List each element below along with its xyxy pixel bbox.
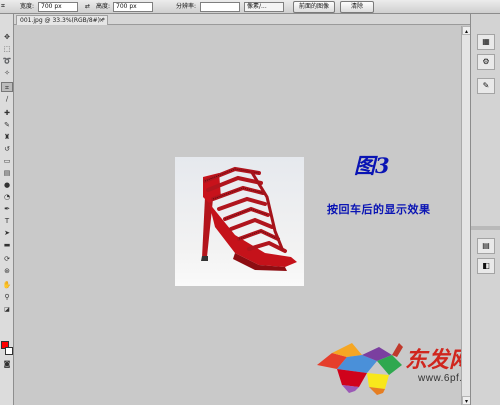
blur-tool-icon[interactable]: ● bbox=[1, 180, 13, 190]
healing-tool-icon[interactable]: ✚ bbox=[1, 108, 13, 118]
close-tab-icon[interactable]: × bbox=[99, 16, 104, 25]
stamp-tool-icon[interactable]: ♜ bbox=[1, 132, 13, 142]
crop-icon[interactable]: ⌗ bbox=[1, 2, 5, 10]
hand-tool-icon[interactable]: ✋ bbox=[1, 280, 13, 290]
document-tab-bar: 001.jpg @ 33.3%(RGB/8#) * × bbox=[14, 14, 470, 25]
gradient-tool-icon[interactable]: ▤ bbox=[1, 168, 13, 178]
eyedropper-tool-icon[interactable]: ∕ bbox=[1, 94, 13, 104]
quick-mask-icon[interactable]: ◙ bbox=[1, 359, 13, 369]
background-color-swatch[interactable] bbox=[5, 347, 13, 355]
type-tool-icon[interactable]: T bbox=[1, 216, 13, 226]
figure-title: 图3 bbox=[354, 153, 390, 178]
options-bar: ⌗ 宽度: 700 px ⇄ 高度: 700 px 分辨率: 像素/... 前面… bbox=[0, 0, 500, 14]
shape-tool-icon[interactable]: ▬ bbox=[1, 240, 13, 250]
document-tab[interactable]: 001.jpg @ 33.3%(RGB/8#) * × bbox=[16, 15, 108, 25]
canvas-vertical-scrollbar[interactable]: ▴ ▾ bbox=[461, 26, 471, 405]
swap-icon[interactable]: ⇄ bbox=[85, 3, 90, 11]
brushes-panel-icon[interactable]: ✎ bbox=[477, 78, 495, 94]
pen-tool-icon[interactable]: ✒ bbox=[1, 204, 13, 214]
move-tool-icon[interactable]: ✥ bbox=[1, 32, 13, 42]
shoe-photo bbox=[175, 157, 304, 286]
tool-presets-panel-icon[interactable]: ⚙ bbox=[477, 54, 495, 70]
red-sandal-image bbox=[175, 157, 304, 286]
lasso-tool-icon[interactable]: ➰ bbox=[1, 56, 13, 66]
width-input[interactable]: 700 px bbox=[38, 2, 78, 12]
marquee-tool-icon[interactable]: ⬚ bbox=[1, 44, 13, 54]
unit-select[interactable]: 像素/... bbox=[244, 2, 284, 12]
dodge-tool-icon[interactable]: ◔ bbox=[1, 192, 13, 202]
document-tab-title: 001.jpg @ 33.3%(RGB/8#) * bbox=[20, 17, 105, 24]
figure-caption: 按回车后的显示效果 bbox=[327, 203, 431, 216]
panel-dock: ▦ ⚙ ✎ ▤ ◧ bbox=[470, 14, 500, 405]
crop-tool-icon[interactable]: ⌗ bbox=[1, 82, 13, 92]
layers-panel-icon[interactable]: ▤ bbox=[477, 238, 495, 254]
path-select-tool-icon[interactable]: ➤ bbox=[1, 228, 13, 238]
panel-divider bbox=[471, 226, 500, 230]
magic-wand-tool-icon[interactable]: ✧ bbox=[1, 68, 13, 78]
bull-logo-icon bbox=[317, 343, 403, 395]
eraser-tool-icon[interactable]: ▭ bbox=[1, 156, 13, 166]
brush-tool-icon[interactable]: ✎ bbox=[1, 120, 13, 130]
front-image-button[interactable]: 前面的图像 bbox=[293, 1, 335, 13]
3d-rotate-tool-icon[interactable]: ⟳ bbox=[1, 254, 13, 264]
height-input[interactable]: 700 px bbox=[113, 2, 153, 12]
3d-orbit-tool-icon[interactable]: ⊛ bbox=[1, 266, 13, 276]
channels-panel-icon[interactable]: ◧ bbox=[477, 258, 495, 274]
clear-button[interactable]: 清除 bbox=[340, 1, 374, 13]
toolbox: ✥ ⬚ ➰ ✧ ⌗ ∕ ✚ ✎ ♜ ↺ ▭ ▤ ● ◔ ✒ T ➤ ▬ ⟳ ⊛ … bbox=[0, 14, 14, 405]
width-label: 宽度: bbox=[20, 3, 35, 10]
history-panel-icon[interactable]: ▦ bbox=[477, 34, 495, 50]
zoom-tool-icon[interactable]: ⚲ bbox=[1, 292, 13, 302]
default-colors-icon[interactable]: ◪ bbox=[1, 305, 13, 315]
resolution-label: 分辨率: bbox=[176, 3, 197, 10]
resolution-input[interactable] bbox=[200, 2, 240, 12]
history-brush-tool-icon[interactable]: ↺ bbox=[1, 144, 13, 154]
height-label: 高度: bbox=[96, 3, 111, 10]
